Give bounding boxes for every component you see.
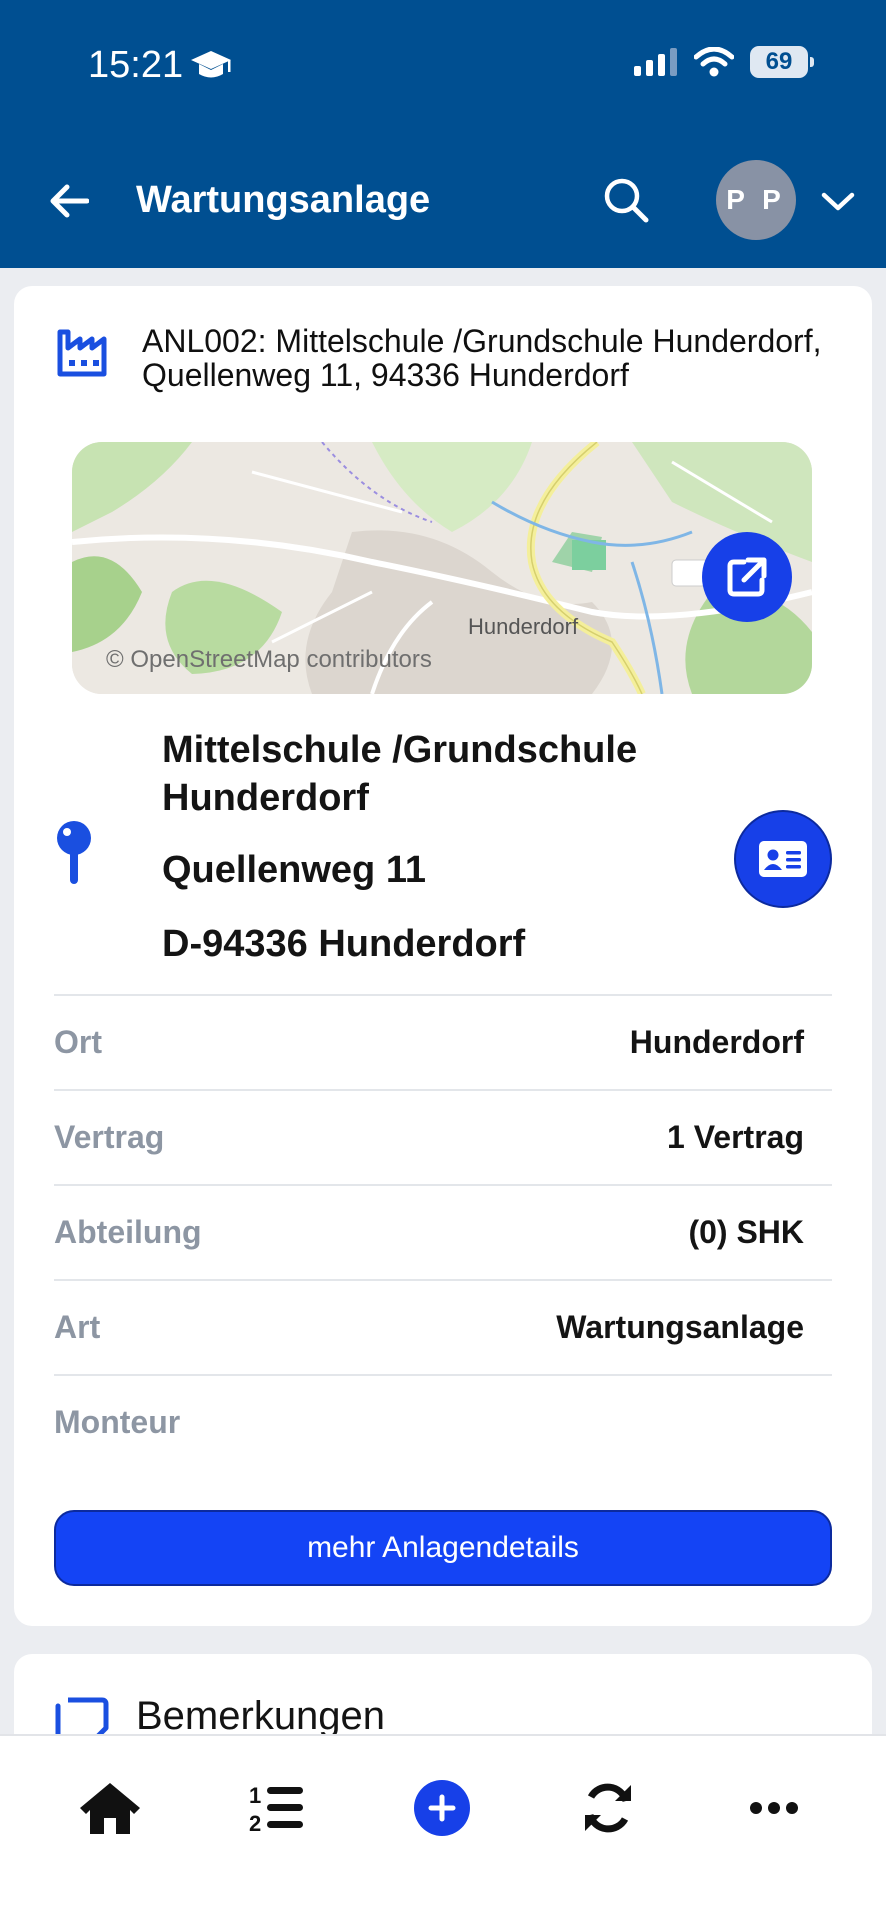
battery-level: 69 (765, 48, 793, 75)
nav-more[interactable] (732, 1766, 816, 1850)
location-map[interactable]: Hunderdorf © OpenStreetMap contributors (72, 442, 812, 694)
anlage-title: ANL002: Mittelschule /Grundschule Hunder… (142, 323, 822, 393)
user-avatar[interactable]: P P (716, 160, 796, 240)
graduation-cap-icon (191, 50, 232, 77)
factory-icon (57, 329, 107, 377)
row-value: Hunderdorf (629, 1024, 804, 1060)
nav-list[interactable]: 1 2 (234, 1766, 318, 1850)
map-pin-icon (57, 821, 91, 884)
wifi-icon (694, 47, 734, 77)
contact-card-icon (759, 841, 807, 877)
chevron-down-icon (821, 192, 855, 211)
row-label: Art (54, 1309, 101, 1345)
sync-icon (585, 1783, 631, 1833)
search-icon (604, 178, 649, 223)
account-menu-toggle[interactable] (820, 186, 856, 216)
svg-text:2: 2 (249, 1811, 261, 1835)
battery-icon: 69 (750, 46, 814, 78)
nav-sync[interactable] (566, 1766, 650, 1850)
bottom-navigation: 1 2 (0, 1734, 886, 1920)
page-title: Wartungsanlage (136, 179, 431, 221)
info-row-monteur: Monteur (54, 1374, 832, 1469)
back-button[interactable] (44, 176, 94, 226)
numbered-list-icon: 1 2 (249, 1783, 303, 1835)
info-row-ort: Ort Hunderdorf (54, 994, 832, 1089)
contact-card-button[interactable] (734, 810, 832, 908)
address-name: Mittelschule /Grundschule Hunderdorf (162, 729, 638, 819)
back-arrow-icon (50, 184, 89, 218)
row-value: Wartungsanlage (556, 1309, 804, 1345)
app-header: 15:21 69 Wartungsanlage P P (0, 0, 886, 268)
add-icon (414, 1780, 470, 1836)
row-label: Monteur (54, 1404, 181, 1440)
svg-text:1: 1 (249, 1783, 261, 1808)
row-value: (0) SHK (688, 1214, 804, 1250)
signal-icon (634, 48, 677, 76)
open-map-button[interactable] (702, 532, 792, 622)
anlage-info-list: Ort Hunderdorf Vertrag 1 Vertrag Abteilu… (54, 994, 832, 1469)
row-label: Ort (54, 1024, 102, 1060)
info-row-vertrag[interactable]: Vertrag 1 Vertrag (54, 1089, 832, 1184)
address-street: Quellenweg 11 (162, 849, 426, 891)
map-place-label: Hunderdorf (468, 614, 579, 639)
status-bar-indicators: 69 (634, 46, 814, 78)
external-link-icon (727, 557, 767, 597)
info-row-abteilung: Abteilung (0) SHK (54, 1184, 832, 1279)
row-label: Abteilung (54, 1214, 202, 1250)
search-button[interactable] (600, 174, 652, 226)
map-attribution: © OpenStreetMap contributors (106, 646, 432, 673)
row-label: Vertrag (54, 1119, 165, 1155)
status-time-text: 15:21 (88, 44, 184, 86)
home-icon (80, 1783, 140, 1834)
nav-home[interactable] (68, 1766, 152, 1850)
anlage-card: ANL002: Mittelschule /Grundschule Hunder… (14, 286, 872, 1626)
row-value: 1 Vertrag (667, 1119, 804, 1155)
avatar-initials: P P (726, 184, 786, 215)
info-row-art: Art Wartungsanlage (54, 1279, 832, 1374)
more-icon (750, 1802, 798, 1814)
more-details-button[interactable]: mehr Anlagendetails (54, 1510, 832, 1586)
address-city: D-94336 Hunderdorf (162, 923, 526, 965)
nav-add[interactable] (400, 1766, 484, 1850)
notes-title: Bemerkungen (136, 1694, 386, 1738)
status-bar-time: 15:21 (88, 44, 233, 87)
